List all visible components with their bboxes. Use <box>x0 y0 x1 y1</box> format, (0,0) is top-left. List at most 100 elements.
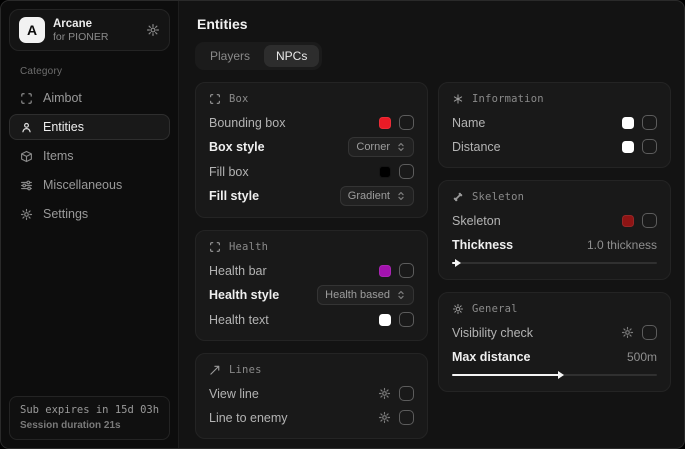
box-card: Box Bounding box Box style <box>195 82 428 218</box>
health-text-row: Health text <box>209 310 414 329</box>
max-distance-slider-block: Max distance 500m <box>452 347 657 380</box>
color-swatch[interactable] <box>379 265 391 277</box>
package-box-icon <box>20 150 33 163</box>
color-swatch[interactable] <box>379 166 391 178</box>
lines-card-header: Lines <box>209 364 414 376</box>
thickness-slider[interactable] <box>452 262 657 264</box>
health-text-checkbox[interactable] <box>399 312 414 327</box>
sidebar: A Arcane for PIONER Category Aim <box>1 1 179 448</box>
sidebar-item-entities[interactable]: Entities <box>9 114 170 140</box>
right-column: Information Name Distance <box>438 82 671 439</box>
row-label: Name <box>452 116 485 130</box>
card-title: General <box>472 303 518 315</box>
row-label: Visibility check <box>452 326 533 340</box>
gear-icon[interactable] <box>146 23 160 37</box>
name-checkbox[interactable] <box>642 115 657 130</box>
select-value: Gradient <box>348 190 390 202</box>
row-label: Health bar <box>209 264 267 278</box>
health-style-row: Health style Health based <box>209 285 414 305</box>
scan-brackets-icon <box>209 93 221 105</box>
sidebar-item-miscellaneous[interactable]: Miscellaneous <box>9 172 170 198</box>
main-content: Entities Players NPCs Box <box>179 1 684 448</box>
sidebar-item-label: Items <box>43 149 74 163</box>
skeleton-card: Skeleton Skeleton Thickness <box>438 180 671 280</box>
skeleton-row: Skeleton <box>452 211 657 230</box>
row-label: Distance <box>452 140 501 154</box>
box-style-row: Box style Corner <box>209 137 414 157</box>
skeleton-checkbox[interactable] <box>642 213 657 228</box>
bone-icon <box>452 191 464 203</box>
sidebar-item-label: Settings <box>43 207 88 221</box>
sidebar-item-label: Miscellaneous <box>43 178 122 192</box>
gear-icon <box>20 208 33 221</box>
tab-npcs[interactable]: NPCs <box>264 45 319 67</box>
health-style-select[interactable]: Health based <box>317 285 414 305</box>
select-value: Corner <box>356 141 390 153</box>
color-swatch[interactable] <box>622 117 634 129</box>
gear-icon[interactable] <box>621 326 634 339</box>
box-card-header: Box <box>209 93 414 105</box>
left-column: Box Bounding box Box style <box>195 82 428 439</box>
page-title: Entities <box>197 16 671 32</box>
card-title: Skeleton <box>472 191 524 203</box>
category-label: Category <box>20 66 170 77</box>
sliders-icon <box>20 179 33 192</box>
bounding-box-checkbox[interactable] <box>399 115 414 130</box>
slider-handle[interactable] <box>558 371 564 379</box>
fill-style-select[interactable]: Gradient <box>340 186 414 206</box>
distance-checkbox[interactable] <box>642 139 657 154</box>
distance-row: Distance <box>452 137 657 156</box>
sidebar-item-items[interactable]: Items <box>9 143 170 169</box>
session-duration-text: Session duration 21s <box>20 420 159 431</box>
bounding-box-row: Bounding box <box>209 113 414 132</box>
slider-fill <box>452 374 559 376</box>
line-to-enemy-row: Line to enemy <box>209 408 414 427</box>
sun-icon <box>452 303 464 315</box>
sidebar-item-label: Aimbot <box>43 91 82 105</box>
sub-expiry-text: Sub expires in 15d 03h <box>20 404 159 416</box>
view-line-row: View line <box>209 384 414 403</box>
sidebar-item-settings[interactable]: Settings <box>9 201 170 227</box>
health-card-header: Health <box>209 241 414 253</box>
gear-icon[interactable] <box>378 411 391 424</box>
visibility-check-checkbox[interactable] <box>642 325 657 340</box>
sidebar-item-aimbot[interactable]: Aimbot <box>9 85 170 111</box>
settings-columns: Box Bounding box Box style <box>195 82 671 439</box>
max-distance-slider[interactable] <box>452 374 657 376</box>
health-bar-row: Health bar <box>209 261 414 280</box>
chevron-updown-icon <box>396 290 406 300</box>
slider-value: 1.0 thickness <box>587 238 657 252</box>
tab-players[interactable]: Players <box>198 45 262 67</box>
slider-value: 500m <box>627 350 657 364</box>
brand-subtitle: for PIONER <box>53 31 108 43</box>
brand-logo: A <box>19 17 45 43</box>
brand-name: Arcane <box>53 18 108 30</box>
view-line-checkbox[interactable] <box>399 386 414 401</box>
name-row: Name <box>452 113 657 132</box>
fill-box-checkbox[interactable] <box>399 164 414 179</box>
sidebar-nav: Aimbot Entities Items <box>9 85 170 227</box>
visibility-check-row: Visibility check <box>452 323 657 342</box>
health-card: Health Health bar Health style <box>195 230 428 341</box>
gear-icon[interactable] <box>378 387 391 400</box>
color-swatch[interactable] <box>379 117 391 129</box>
subscription-info-card: Sub expires in 15d 03h Session duration … <box>9 396 170 440</box>
general-card-header: General <box>452 303 657 315</box>
entity-type-tabs: Players NPCs <box>195 42 322 70</box>
slider-handle[interactable] <box>455 259 461 267</box>
card-title: Box <box>229 93 249 105</box>
skeleton-card-header: Skeleton <box>452 191 657 203</box>
health-bar-checkbox[interactable] <box>399 263 414 278</box>
scan-brackets-icon <box>209 241 221 253</box>
color-swatch[interactable] <box>622 215 634 227</box>
row-label: View line <box>209 387 259 401</box>
color-swatch[interactable] <box>622 141 634 153</box>
row-label: Fill box <box>209 165 249 179</box>
box-style-select[interactable]: Corner <box>348 137 414 157</box>
color-swatch[interactable] <box>379 314 391 326</box>
general-card: General Visibility check <box>438 292 671 392</box>
line-to-enemy-checkbox[interactable] <box>399 410 414 425</box>
fill-style-row: Fill style Gradient <box>209 186 414 206</box>
lines-card: Lines View line <box>195 353 428 439</box>
fill-box-row: Fill box <box>209 162 414 181</box>
